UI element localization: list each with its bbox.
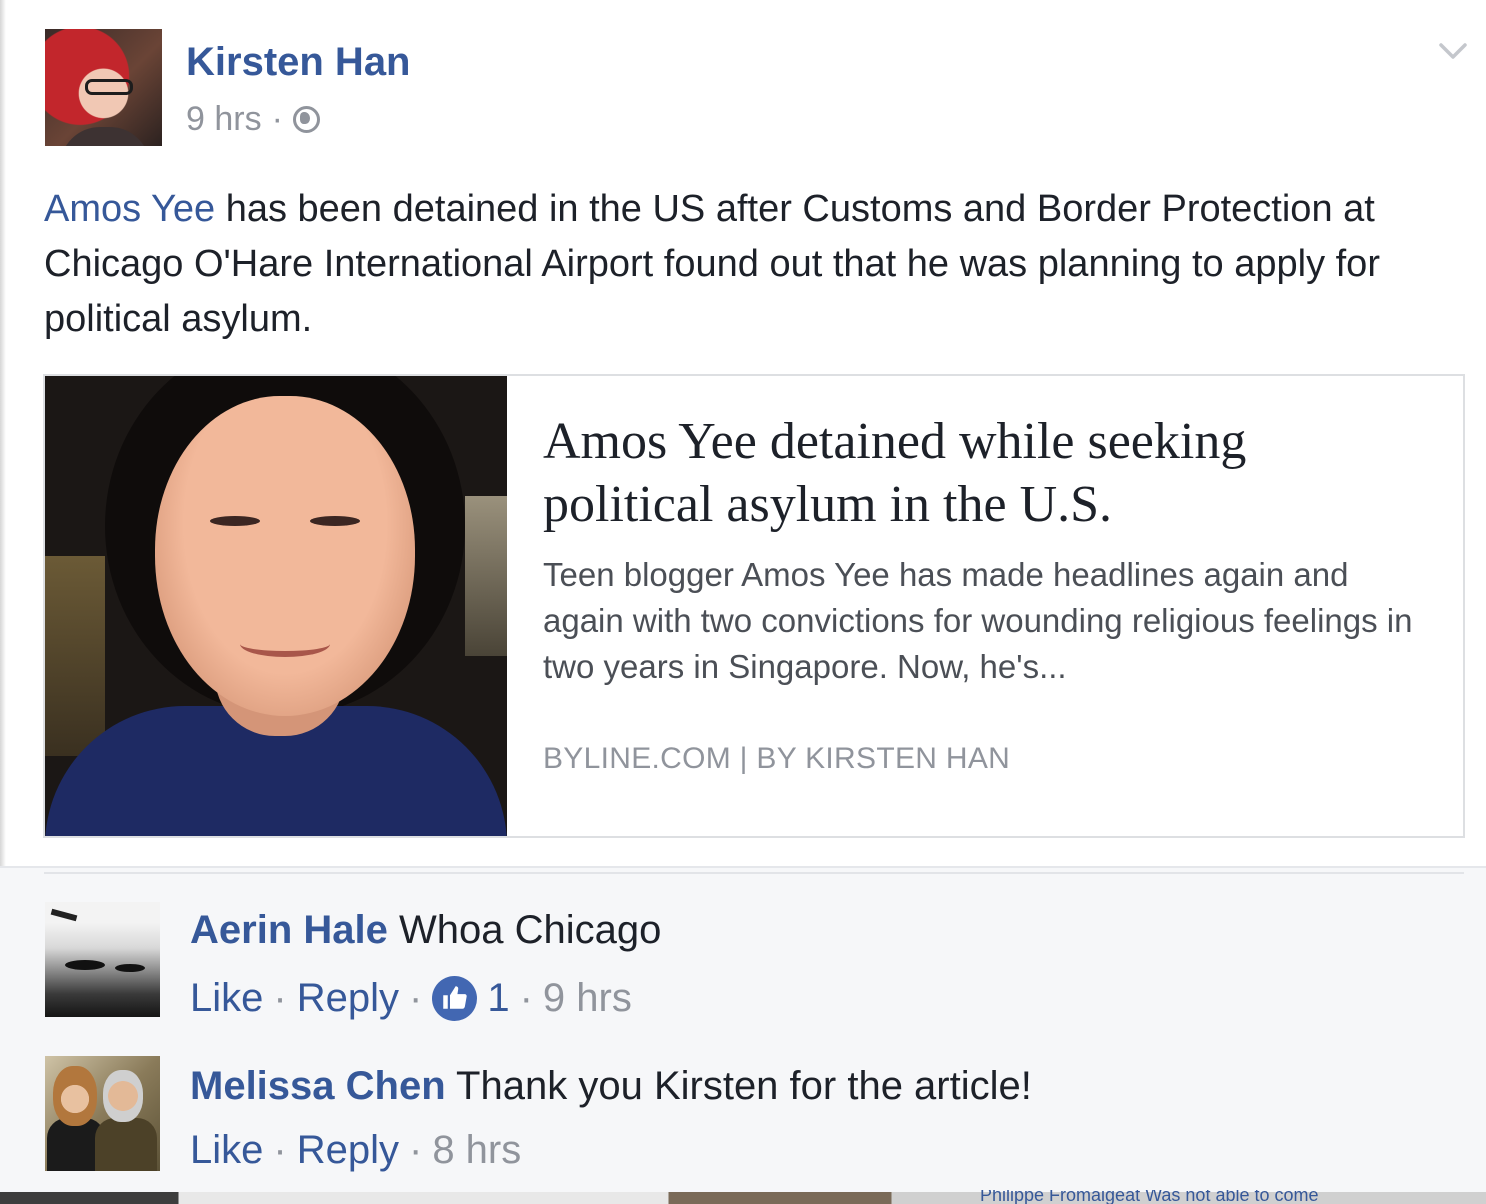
post-timestamp[interactable]: 9 hrs xyxy=(186,100,262,139)
link-preview-body: Amos Yee detained while seeking politica… xyxy=(507,376,1463,836)
comment-author[interactable]: Melissa Chen xyxy=(190,1064,446,1108)
comment-timestamp[interactable]: 8 hrs xyxy=(432,1128,521,1173)
comment-actions: Like · Reply · 1 · 9 hrs xyxy=(190,976,632,1021)
globe-icon[interactable] xyxy=(292,106,320,133)
avatar-person xyxy=(53,1066,97,1126)
action-separator: · xyxy=(273,976,287,1020)
comment-timestamp[interactable]: 9 hrs xyxy=(543,976,632,1021)
image-mouth xyxy=(240,631,330,657)
avatar-rock xyxy=(115,964,145,972)
post-message: Amos Yee has been detained in the US aft… xyxy=(44,182,1464,347)
avatar-glasses xyxy=(85,79,133,95)
post-message-text: has been detained in the US after Custom… xyxy=(44,188,1380,340)
comment-line: Aerin Hale Whoa Chicago xyxy=(190,908,661,953)
link-preview-image[interactable] xyxy=(45,376,507,836)
action-separator: · xyxy=(273,1128,287,1172)
avatar-rock xyxy=(65,960,105,970)
image-face xyxy=(155,396,415,716)
like-link[interactable]: Like xyxy=(190,1128,263,1173)
mention-link[interactable]: Amos Yee xyxy=(44,188,215,230)
link-description: Teen blogger Amos Yee has made headlines… xyxy=(543,556,1413,685)
thumbs-up-icon[interactable] xyxy=(432,976,478,1021)
comment-author[interactable]: Aerin Hale xyxy=(190,908,388,952)
comments-section: Aerin Hale Whoa Chicago Like · Reply · 1… xyxy=(0,866,1486,1204)
chevron-down-icon[interactable] xyxy=(1438,40,1468,62)
link-title[interactable]: Amos Yee detained while seeking politica… xyxy=(543,410,1373,536)
author-avatar[interactable] xyxy=(45,29,162,146)
next-comment-partial: Philippe Fromaigeat Was not able to come xyxy=(980,1190,1319,1204)
image-bg-left xyxy=(45,556,105,756)
action-separator: · xyxy=(408,1128,423,1172)
image-eye-right xyxy=(310,516,360,526)
left-edge-shadow xyxy=(0,0,6,870)
post-author-name[interactable]: Kirsten Han xyxy=(186,40,411,85)
like-count[interactable]: 1 xyxy=(487,976,509,1021)
link-source: BYLINE.COM | BY KIRSTEN HAN xyxy=(543,742,1011,775)
comments-divider xyxy=(44,872,1464,874)
commenter-avatar[interactable] xyxy=(45,1056,160,1171)
action-separator: · xyxy=(408,976,423,1020)
meta-separator: · xyxy=(271,100,283,138)
image-eye-left xyxy=(210,516,260,526)
like-link[interactable]: Like xyxy=(190,976,263,1021)
comment-line: Melissa Chen Thank you Kirsten for the a… xyxy=(190,1064,1032,1109)
image-bg-right xyxy=(465,496,507,656)
action-separator: · xyxy=(519,976,533,1020)
avatar-person xyxy=(95,1118,157,1171)
avatar-bird xyxy=(50,908,78,922)
avatar-person xyxy=(103,1070,143,1122)
post: Kirsten Han 9 hrs · Amos Yee has been de… xyxy=(0,0,1486,870)
commenter-avatar[interactable] xyxy=(45,902,160,1017)
avatar-shoulders xyxy=(60,127,150,146)
link-preview-card[interactable]: Amos Yee detained while seeking politica… xyxy=(43,374,1465,838)
comment-actions: Like · Reply · 8 hrs xyxy=(190,1128,521,1173)
reply-link[interactable]: Reply xyxy=(297,1128,399,1173)
reply-link[interactable]: Reply xyxy=(297,976,399,1021)
comment-text: Thank you Kirsten for the article! xyxy=(456,1064,1032,1108)
comment-text: Whoa Chicago xyxy=(398,908,662,952)
post-meta: 9 hrs · xyxy=(186,100,320,139)
